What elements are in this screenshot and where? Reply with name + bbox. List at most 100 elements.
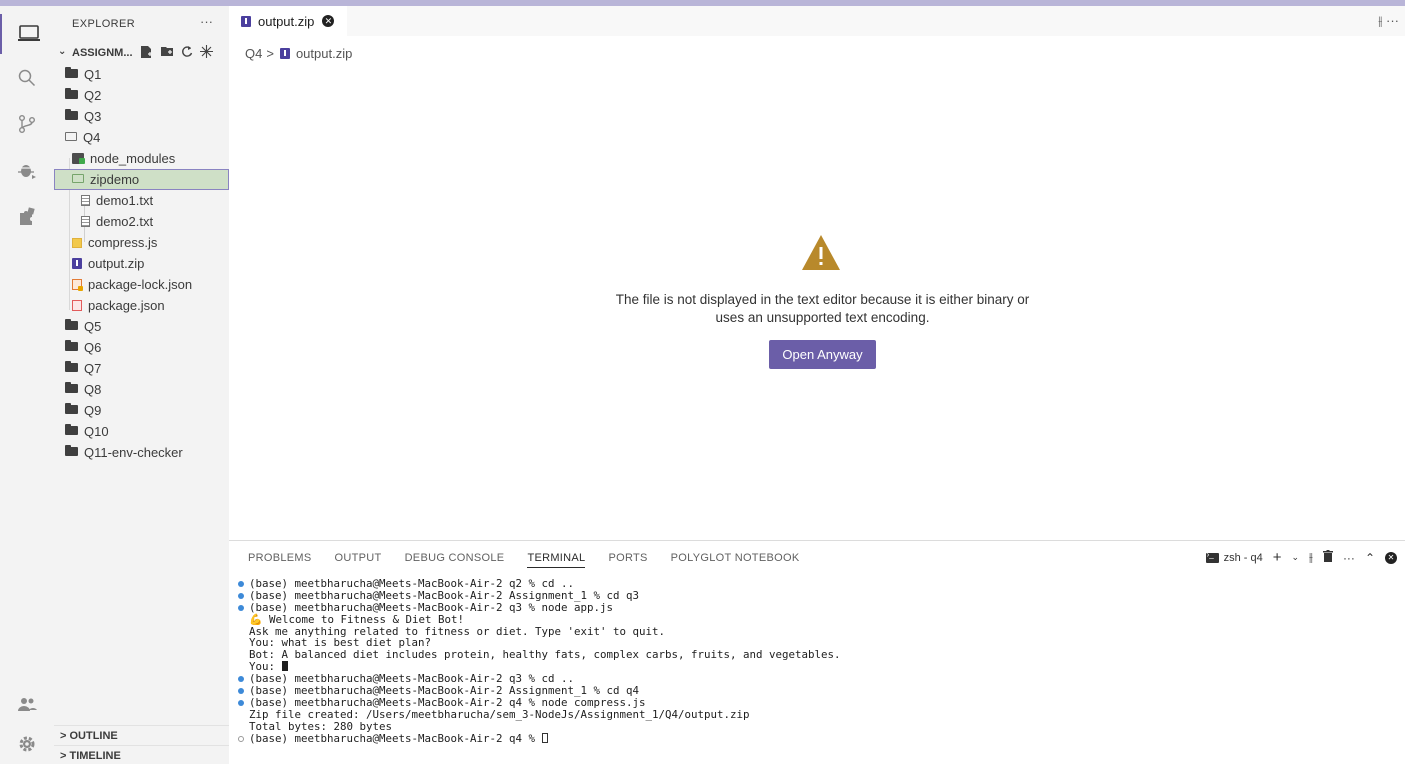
tree-item-label: Q3 <box>84 109 102 124</box>
editor-actions: ⫲ ··· <box>1378 13 1399 29</box>
terminal-output[interactable]: (base) meetbharucha@Meets-MacBook-Air-2 … <box>237 578 841 744</box>
terminal-line: (base) meetbharucha@Meets-MacBook-Air-2 … <box>237 732 841 745</box>
outline-label: > OUTLINE <box>60 730 118 742</box>
tab-problems[interactable]: PROBLEMS <box>248 552 312 568</box>
tree-item-label: Q8 <box>84 382 102 397</box>
tree-file-demo1[interactable]: demo1.txt <box>54 190 229 211</box>
tree-folder-zipdemo[interactable]: zipdemo <box>54 169 229 190</box>
tree-folder-q7[interactable]: Q7 <box>54 358 229 379</box>
outline-section[interactable]: > OUTLINE <box>54 725 229 746</box>
breadcrumb-separator: > <box>266 46 274 61</box>
open-anyway-button[interactable]: Open Anyway <box>769 340 876 369</box>
new-terminal-icon[interactable]: + <box>1273 549 1282 566</box>
source-control-icon[interactable] <box>0 104 54 144</box>
tree-file-compress-js[interactable]: compress.js <box>54 232 229 253</box>
tree-item-label: output.zip <box>88 256 145 271</box>
more-actions-icon[interactable]: ··· <box>1343 551 1355 565</box>
folder-icon <box>65 67 78 78</box>
split-terminal-icon[interactable]: ⫲ <box>1309 550 1313 565</box>
run-debug-icon[interactable] <box>0 150 54 190</box>
tab-ports[interactable]: PORTS <box>608 552 647 568</box>
folder-icon <box>65 319 78 330</box>
maximize-panel-icon[interactable]: ⌃ <box>1365 551 1375 565</box>
tree-folder-node-modules[interactable]: node_modules <box>54 148 229 169</box>
tab-polyglot-notebook[interactable]: POLYGLOT NOTEBOOK <box>671 552 800 568</box>
warning-icon <box>801 234 841 276</box>
text-file-icon <box>81 216 90 227</box>
tree-item-label: compress.js <box>88 235 158 250</box>
more-actions-icon[interactable]: ··· <box>200 14 213 29</box>
zip-file-icon <box>279 48 290 59</box>
command-status-dot[interactable] <box>238 688 244 695</box>
folder-icon <box>65 361 78 372</box>
terminal-cursor <box>281 661 288 672</box>
tree-item-label: Q10 <box>84 424 109 439</box>
tree-folder-q9[interactable]: Q9 <box>54 400 229 421</box>
tree-file-package-lock[interactable]: package-lock.json <box>54 274 229 295</box>
workspace-folder-header[interactable]: ⌄ ASSIGNM... <box>54 42 229 64</box>
folder-icon <box>65 424 78 435</box>
tree-item-label: zipdemo <box>90 172 140 187</box>
extensions-icon[interactable] <box>0 196 54 236</box>
split-editor-icon[interactable]: ⫲ <box>1378 13 1382 28</box>
explorer-icon[interactable] <box>0 14 56 54</box>
tree-item-label: package.json <box>88 298 165 313</box>
command-status-dot[interactable] <box>238 604 244 611</box>
chevron-down-icon[interactable]: ⌄ <box>1292 552 1300 563</box>
command-status-dot[interactable] <box>238 581 244 587</box>
timeline-section[interactable]: > TIMELINE <box>54 745 229 766</box>
close-icon[interactable]: ✕ <box>322 15 335 27</box>
folder-icon <box>65 109 78 120</box>
tree-folder-q3[interactable]: Q3 <box>54 106 229 127</box>
tree-file-package-json[interactable]: package.json <box>54 295 229 316</box>
tree-folder-q2[interactable]: Q2 <box>54 85 229 106</box>
tree-folder-q8[interactable]: Q8 <box>54 379 229 400</box>
trash-icon[interactable] <box>1322 550 1333 565</box>
tree-folder-q6[interactable]: Q6 <box>54 337 229 358</box>
gear-icon[interactable] <box>0 724 54 764</box>
tree-item-label: Q2 <box>84 88 102 103</box>
tab-terminal[interactable]: TERMINAL <box>527 552 586 568</box>
collapse-all-icon[interactable] <box>200 45 213 58</box>
tree-item-label: Q11-env-checker <box>84 445 183 460</box>
accounts-icon[interactable] <box>0 684 54 724</box>
command-status-dot[interactable] <box>238 699 244 706</box>
breadcrumb-folder[interactable]: Q4 <box>245 46 262 61</box>
breadcrumb-file[interactable]: output.zip <box>296 46 352 61</box>
binary-file-message: The file is not displayed in the text ed… <box>560 291 1085 327</box>
folder-icon <box>65 382 78 393</box>
tree-folder-q5[interactable]: Q5 <box>54 316 229 337</box>
terminal-name: zsh - q4 <box>1223 551 1263 564</box>
tree-folder-q4[interactable]: Q4 <box>54 127 229 148</box>
tree-folder-q1[interactable]: Q1 <box>54 64 229 85</box>
tab-debug-console[interactable]: DEBUG CONSOLE <box>405 552 505 568</box>
refresh-icon[interactable] <box>181 45 193 58</box>
search-icon[interactable] <box>0 58 54 98</box>
tree-item-label: node_modules <box>90 151 176 166</box>
terminal-line-text: Bot: A balanced diet includes protein, h… <box>249 648 841 662</box>
close-panel-icon[interactable]: ✕ <box>1385 551 1397 564</box>
folder-open-icon <box>72 174 84 183</box>
workspace-folder-name: ASSIGNM... <box>72 47 133 59</box>
tree-folder-q10[interactable]: Q10 <box>54 421 229 442</box>
tree-file-output-zip[interactable]: output.zip <box>54 253 229 274</box>
explorer-sidebar: EXPLORER ··· ⌄ ASSIGNM... Q1 Q2 Q3 Q4 no… <box>54 6 229 764</box>
tree-file-demo2[interactable]: demo2.txt <box>54 211 229 232</box>
terminal-line: Bot: A balanced diet includes protein, h… <box>237 649 841 661</box>
new-folder-icon[interactable] <box>160 45 174 57</box>
more-actions-icon[interactable]: ··· <box>1386 13 1399 28</box>
new-file-icon[interactable] <box>140 45 153 59</box>
command-status-dot[interactable] <box>238 735 244 742</box>
terminal-selector[interactable]: zsh - q4 <box>1205 550 1263 564</box>
tree-folder-q11-env-checker[interactable]: Q11-env-checker <box>54 442 229 463</box>
tab-output-zip[interactable]: output.zip ✕ <box>229 6 347 36</box>
json-file-icon <box>72 300 82 311</box>
panel-tabs: PROBLEMS OUTPUT DEBUG CONSOLE TERMINAL P… <box>248 552 822 568</box>
panel-actions: zsh - q4 + ⌄ ⫲ ··· ⌃ ✕ <box>1205 549 1397 566</box>
tab-output[interactable]: OUTPUT <box>335 552 382 568</box>
tree-item-label: Q5 <box>84 319 102 334</box>
command-status-dot[interactable] <box>238 592 244 599</box>
folder-icon <box>65 340 78 351</box>
tree-item-label: Q4 <box>83 130 101 145</box>
command-status-dot[interactable] <box>238 676 244 683</box>
